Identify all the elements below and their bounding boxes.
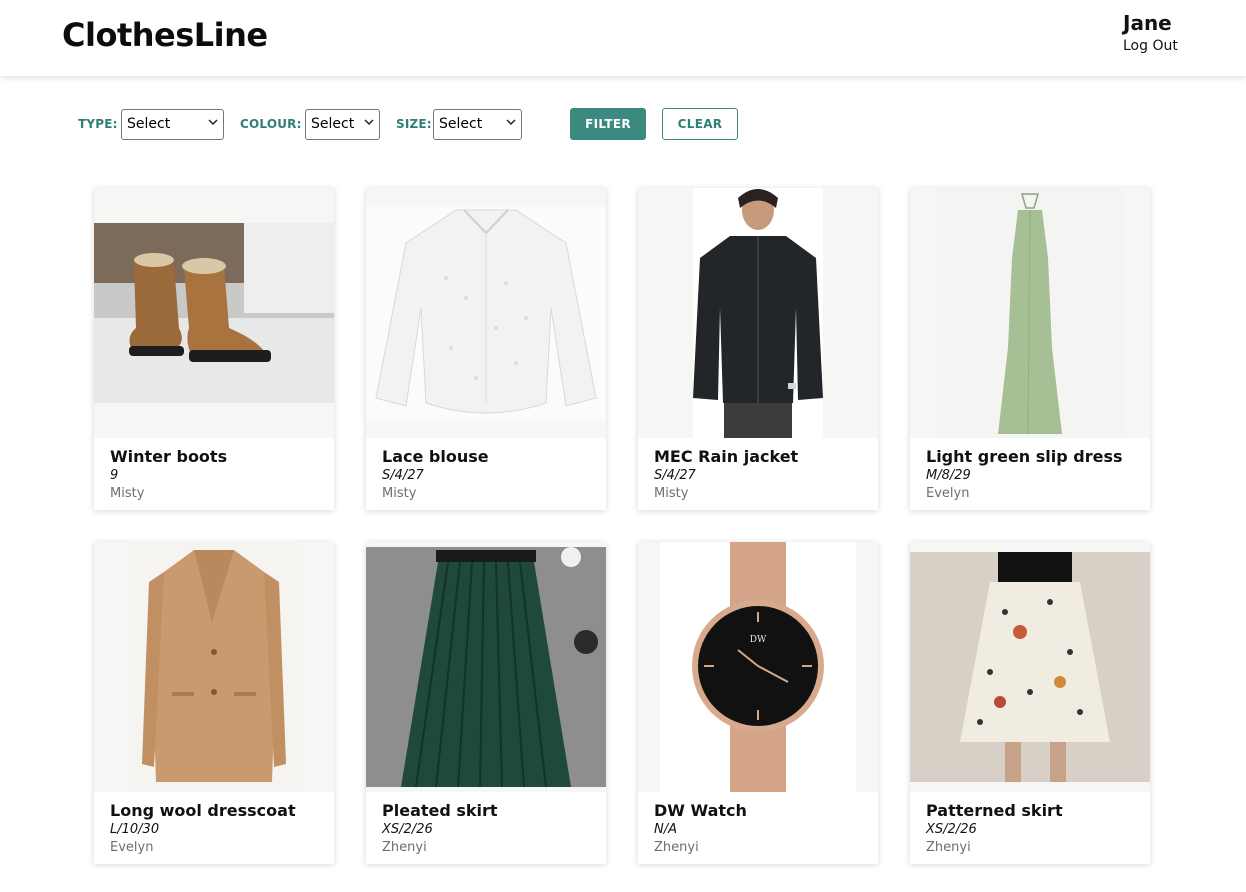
- item-title: MEC Rain jacket: [654, 447, 799, 466]
- slip-dress-image: [910, 188, 1150, 438]
- user-name: Jane: [1123, 11, 1172, 35]
- item-card[interactable]: Pleated skirt XS/2/26 Zhenyi: [366, 542, 606, 864]
- item-size: 9: [110, 468, 119, 483]
- size-select[interactable]: Select: [433, 109, 522, 140]
- item-size: S/4/27: [382, 468, 424, 483]
- clear-button[interactable]: CLEAR: [662, 108, 738, 140]
- item-owner: Misty: [382, 486, 417, 501]
- item-owner: Zhenyi: [382, 840, 427, 855]
- item-title: Lace blouse: [382, 447, 489, 466]
- type-filter-label: TYPE:: [78, 117, 118, 131]
- app-header: ClothesLine Jane Log Out: [0, 0, 1246, 76]
- item-card[interactable]: Winter boots 9 Misty: [94, 188, 334, 510]
- chevron-down-icon: [208, 119, 218, 126]
- item-card[interactable]: Light green slip dress M/8/29 Evelyn: [910, 188, 1150, 510]
- chevron-down-icon: [506, 119, 516, 126]
- item-title: Patterned skirt: [926, 801, 1063, 820]
- chevron-down-icon: [364, 119, 374, 126]
- item-owner: Zhenyi: [654, 840, 699, 855]
- wool-coat-image: [94, 542, 334, 792]
- filter-button[interactable]: FILTER: [570, 108, 646, 140]
- colour-select-value: Select: [311, 116, 355, 132]
- svg-text:DW: DW: [750, 635, 767, 645]
- size-select-value: Select: [439, 116, 483, 132]
- colour-select[interactable]: Select: [305, 109, 380, 140]
- item-size: N/A: [654, 822, 677, 837]
- patterned-skirt-image: [910, 542, 1150, 792]
- item-card[interactable]: Long wool dresscoat L/10/30 Evelyn: [94, 542, 334, 864]
- logout-link[interactable]: Log Out: [1123, 38, 1178, 54]
- type-select[interactable]: Select: [121, 109, 224, 140]
- item-title: Winter boots: [110, 447, 228, 466]
- item-card[interactable]: DW DW Watch N/A Zhenyi: [638, 542, 878, 864]
- item-owner: Misty: [654, 486, 689, 501]
- item-owner: Misty: [110, 486, 145, 501]
- item-owner: Evelyn: [110, 840, 154, 855]
- item-size: S/4/27: [654, 468, 696, 483]
- colour-filter-label: COLOUR:: [240, 117, 302, 131]
- item-size: L/10/30: [110, 822, 160, 837]
- item-size: XS/2/26: [382, 822, 433, 837]
- item-title: Light green slip dress: [926, 447, 1123, 466]
- item-title: Long wool dresscoat: [110, 801, 296, 820]
- item-card[interactable]: Lace blouse S/4/27 Misty: [366, 188, 606, 510]
- item-size: XS/2/26: [926, 822, 977, 837]
- size-filter-label: SIZE:: [396, 117, 432, 131]
- item-size: M/8/29: [926, 468, 971, 483]
- filter-bar: TYPE: Select COLOUR: Select SIZE: Select…: [0, 108, 1246, 140]
- watch-image: DW: [638, 542, 878, 792]
- rain-jacket-image: [638, 188, 878, 438]
- item-card[interactable]: Patterned skirt XS/2/26 Zhenyi: [910, 542, 1150, 864]
- lace-blouse-image: [366, 188, 606, 438]
- winter-boots-image: [94, 188, 334, 438]
- item-title: Pleated skirt: [382, 801, 498, 820]
- pleated-skirt-image: [366, 542, 606, 792]
- item-title: DW Watch: [654, 801, 747, 820]
- item-card[interactable]: MEC Rain jacket S/4/27 Misty: [638, 188, 878, 510]
- type-select-value: Select: [127, 116, 171, 132]
- item-owner: Zhenyi: [926, 840, 971, 855]
- brand-logo[interactable]: ClothesLine: [62, 16, 268, 54]
- item-owner: Evelyn: [926, 486, 970, 501]
